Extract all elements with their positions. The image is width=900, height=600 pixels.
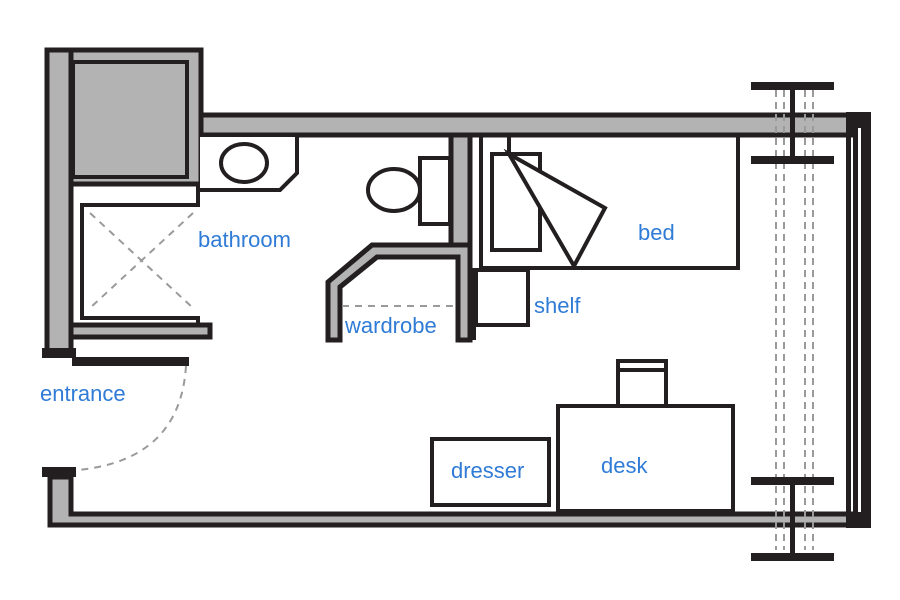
entrance-jamb-top <box>72 357 189 366</box>
left-wall-cap-upper <box>42 348 76 358</box>
toilet-bowl <box>366 167 422 213</box>
label-bathroom: bathroom <box>198 227 291 252</box>
ibeam-top-upper-flange <box>751 82 834 90</box>
left-wall-upper <box>44 47 74 355</box>
label-shelf: shelf <box>534 293 581 318</box>
label-wardrobe: wardrobe <box>344 313 437 338</box>
right-wall-outer <box>861 112 871 528</box>
desk-chair <box>616 359 668 408</box>
shaft-block <box>68 47 204 187</box>
right-wall-inner <box>846 128 851 513</box>
label-entrance: entrance <box>40 381 126 406</box>
toilet-tank <box>418 156 452 226</box>
label-bed: bed <box>638 220 675 245</box>
partition-wall <box>448 132 473 248</box>
ibeam-top-lower-flange <box>751 156 834 164</box>
bathroom-bottom-wall <box>68 322 213 340</box>
shelf <box>474 268 530 327</box>
top-right-corner <box>846 112 871 128</box>
label-desk: desk <box>601 453 648 478</box>
floor-plan: bathroom wardrobe shelf bed entrance dre… <box>40 47 871 561</box>
ibeam-bottom-lower-flange <box>751 553 834 561</box>
ibeam-bottom-upper-flange <box>751 477 834 485</box>
top-wall <box>198 112 854 138</box>
ibeam-top-web <box>790 90 795 156</box>
bottom-right-corner <box>846 512 871 528</box>
ibeam-bottom-web <box>790 485 795 553</box>
sink-basin <box>219 142 269 184</box>
right-wall-mid <box>853 128 858 513</box>
shower-enclosure <box>80 184 200 326</box>
label-dresser: dresser <box>451 458 524 483</box>
